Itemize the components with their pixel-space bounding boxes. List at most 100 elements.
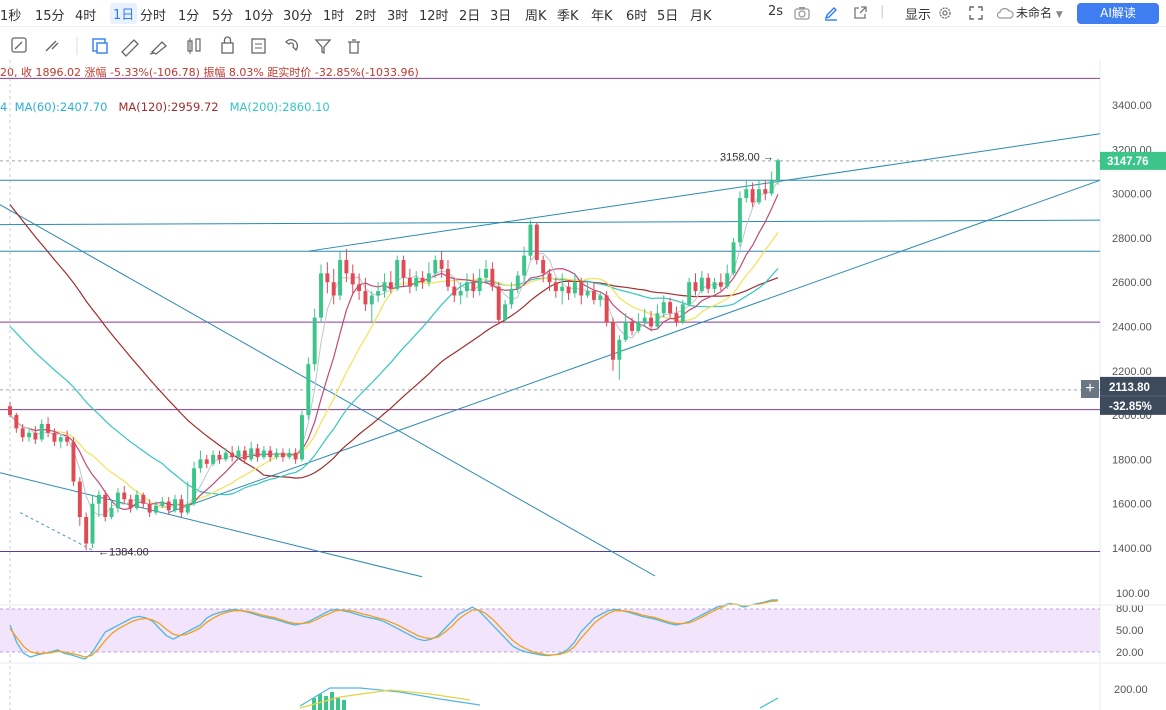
candle-body xyxy=(750,189,755,203)
candle-body xyxy=(718,282,723,287)
candle-body xyxy=(274,452,279,458)
candle-body xyxy=(484,268,489,278)
cursor-pct-tag-label: -32.85% xyxy=(1109,401,1152,413)
candle-body xyxy=(598,295,603,300)
candle-body xyxy=(46,423,51,433)
candle-body xyxy=(680,304,685,323)
candle-body xyxy=(319,273,323,318)
candle-body xyxy=(109,508,114,517)
candle-body xyxy=(776,160,780,181)
dashed-trend-line xyxy=(19,512,96,552)
cursor-price-tag-label: 2113.80 xyxy=(1109,382,1150,394)
add-crosshair-icon[interactable]: + xyxy=(1081,380,1099,398)
candle-body xyxy=(280,452,285,458)
candle-body xyxy=(522,255,527,276)
ma-gray-line xyxy=(9,180,779,516)
candle-body xyxy=(763,189,768,194)
candle-body xyxy=(471,282,476,292)
candle-body xyxy=(376,291,381,296)
candle-body xyxy=(687,282,692,305)
y-tick-label: 1800.00 xyxy=(1112,454,1152,466)
candle-body xyxy=(230,452,235,458)
candle-body xyxy=(350,273,355,285)
candle-body xyxy=(712,282,717,289)
y-tick-label: 1600.00 xyxy=(1112,499,1152,511)
candle-body xyxy=(122,492,127,500)
y-tick-label: 2600.00 xyxy=(1112,277,1152,289)
candle-body xyxy=(503,304,508,320)
candle-body xyxy=(147,503,152,513)
candle-body xyxy=(261,450,266,458)
candle-body xyxy=(293,452,298,460)
candle-body xyxy=(96,494,101,504)
candle-body xyxy=(439,260,444,269)
candle-body xyxy=(369,295,374,305)
low-price-label: ←1384.00 xyxy=(98,547,149,559)
candle-body xyxy=(58,437,63,442)
candle-body xyxy=(744,189,749,199)
volume-ma3-line xyxy=(759,697,779,709)
oscillator-band xyxy=(0,609,1100,652)
candle-body xyxy=(591,291,596,300)
volume-bar xyxy=(324,696,328,710)
candle-body xyxy=(325,273,330,283)
candle-body xyxy=(160,501,165,506)
candle-body xyxy=(179,499,184,513)
candle-body xyxy=(388,282,393,289)
candle-body xyxy=(338,260,343,296)
candle-body xyxy=(52,432,57,442)
last-price-tag-label: 3147.76 xyxy=(1107,156,1149,168)
candle-body xyxy=(312,317,317,365)
candle-body xyxy=(617,339,622,360)
candle-body xyxy=(737,198,742,243)
candle-body xyxy=(33,432,38,440)
ma-yellow-line xyxy=(9,232,779,508)
candle-body xyxy=(217,454,222,460)
candle-body xyxy=(623,322,628,340)
volume-tick-label: 200.00 xyxy=(1114,684,1148,696)
candle-body xyxy=(39,423,44,440)
candle-body xyxy=(401,260,406,278)
ma-magenta-line xyxy=(9,194,779,511)
candle-body xyxy=(357,284,362,292)
y-tick-label: 2800.00 xyxy=(1112,233,1152,245)
candle-body xyxy=(77,481,82,517)
candle-body xyxy=(547,273,552,283)
candle-body xyxy=(27,432,32,438)
candle-body xyxy=(699,277,704,292)
candle-body xyxy=(65,437,70,442)
candle-body xyxy=(572,282,577,294)
candle-body xyxy=(420,277,425,283)
candle-body xyxy=(611,322,615,360)
candle-body xyxy=(407,277,412,287)
candle-body xyxy=(223,452,228,460)
candle-body xyxy=(344,260,349,274)
candle-body xyxy=(426,273,431,283)
candle-body xyxy=(331,282,336,296)
candle-body xyxy=(553,282,558,292)
candle-body xyxy=(477,277,482,292)
price-chart[interactable]: 3400.003200.003000.002800.002600.002400.… xyxy=(0,0,1166,710)
candle-body xyxy=(90,503,95,544)
candle-body xyxy=(585,291,590,296)
candle-body xyxy=(306,364,311,416)
candle-body xyxy=(560,286,565,292)
high-price-label: 3158.00 → xyxy=(720,152,774,164)
candle-body xyxy=(655,313,660,327)
volume-bar xyxy=(336,697,340,710)
candle-body xyxy=(630,322,634,331)
candle-body xyxy=(204,459,209,464)
candle-body xyxy=(134,494,139,509)
candle-body xyxy=(287,452,292,458)
trend-line xyxy=(0,219,1101,226)
candle-body xyxy=(242,450,247,460)
candle-body xyxy=(84,516,89,544)
candle-body xyxy=(490,268,495,287)
candle-body xyxy=(731,242,736,274)
candle-body xyxy=(382,282,387,292)
candle-body xyxy=(674,313,679,323)
candle-body xyxy=(769,180,774,194)
volume-bar xyxy=(342,700,346,710)
candle-body xyxy=(395,260,400,289)
osc-tick-label: 20.00 xyxy=(1116,647,1144,659)
